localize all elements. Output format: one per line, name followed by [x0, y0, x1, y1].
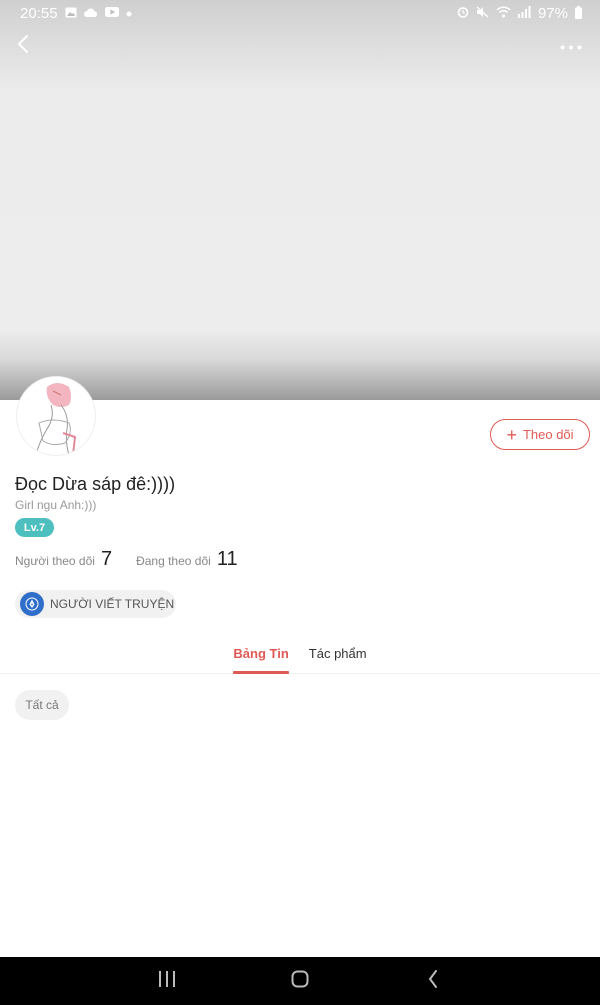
home-icon	[291, 970, 309, 993]
home-button[interactable]	[280, 961, 320, 1001]
gallery-icon	[65, 7, 77, 20]
top-nav	[0, 26, 600, 66]
profile-tabs: Bảng Tin Tác phẩm	[0, 638, 600, 674]
profile-name: Đọc Dừa sáp đê:))))	[15, 474, 176, 494]
followers-count: 7	[100, 548, 113, 570]
profile-stats: Người theo dõi 7 Đang theo dõi 11	[15, 548, 262, 571]
more-options-button[interactable]	[556, 35, 586, 57]
status-bar: 20:55 97%	[0, 0, 600, 26]
wifi-icon	[496, 6, 511, 20]
mute-icon	[476, 6, 489, 20]
tab-tac-pham[interactable]: Tác phẩm	[309, 638, 367, 674]
back-arrow-icon	[428, 969, 438, 993]
signal-icon	[517, 6, 531, 20]
plus-icon: +	[506, 424, 517, 445]
cloud-icon	[83, 7, 98, 19]
followers-label: Người theo dõi	[15, 554, 95, 568]
pen-nib-icon	[20, 592, 44, 616]
recent-apps-icon	[158, 970, 176, 992]
youtube-icon	[104, 7, 119, 19]
profile-bio: Girl ngu Anh:)))	[15, 498, 97, 512]
profile-section: + Theo dõi Đọc Dừa sáp đê:)))) Girl ngu …	[0, 376, 600, 957]
dot-icon	[126, 7, 132, 19]
recent-apps-button[interactable]	[147, 961, 187, 1001]
filter-all-chip[interactable]: Tất cả	[15, 690, 69, 720]
tab-bang-tin[interactable]: Bảng Tin	[233, 638, 290, 674]
battery-icon	[575, 5, 582, 21]
system-nav-bar	[0, 957, 600, 1005]
following-stat[interactable]: Đang theo dõi 11	[136, 548, 238, 571]
avatar[interactable]	[16, 376, 96, 456]
more-dots-icon	[560, 37, 582, 55]
chevron-left-icon	[17, 34, 29, 58]
role-badge[interactable]: NGƯỜI VIẾT TRUYỆN	[15, 590, 176, 618]
followers-stat[interactable]: Người theo dõi 7	[15, 548, 112, 571]
follow-button[interactable]: + Theo dõi	[490, 419, 590, 450]
following-count: 11	[216, 548, 238, 570]
following-label: Đang theo dõi	[136, 554, 211, 568]
role-label: NGƯỜI VIẾT TRUYỆN	[50, 597, 175, 611]
follow-label: Theo dõi	[522, 427, 574, 442]
status-time: 20:55	[20, 4, 58, 22]
alarm-icon	[457, 6, 469, 20]
back-button[interactable]	[12, 34, 34, 58]
battery-percentage: 97%	[537, 4, 568, 22]
level-badge: Lv.7	[15, 518, 54, 537]
system-back-button[interactable]	[413, 961, 453, 1001]
